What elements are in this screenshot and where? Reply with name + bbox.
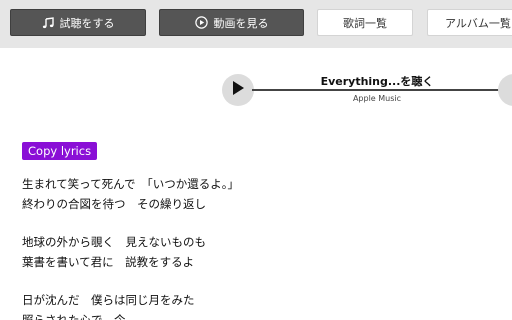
copy-lyrics-button[interactable]: Copy lyrics: [22, 142, 98, 160]
song-title: Everything...を聴く: [320, 75, 434, 88]
watch-video-button[interactable]: 動画を見る: [159, 9, 304, 36]
play-circle-icon: [194, 16, 208, 29]
lyric-line: 日が沈んだ 僕らは同じ月をみた: [22, 293, 195, 307]
lyric-line: 地球の外から覗く 見えないものも: [22, 235, 206, 249]
lyrics-body: 生まれて笑って死んで 「いつか還るよ。」 終わりの合図を待つ その繰り返し 地球…: [22, 174, 492, 320]
lyrics-page: 試聴をする 動画を見る 歌詞一覧 アルバム一覧 Everything...を聴く…: [0, 0, 512, 320]
listen-button[interactable]: 試聴をする: [10, 9, 146, 36]
lyric-line: 生まれて笑って死んで 「いつか還るよ。」: [22, 177, 240, 191]
player-track-line[interactable]: [252, 89, 502, 91]
lyric-line: 終わりの合図を待つ その繰り返し: [22, 197, 206, 211]
listen-button-label: 試聴をする: [59, 16, 115, 30]
lyrics-list-label: 歌詞一覧: [343, 16, 387, 30]
lyric-line: 照らされた心で 今: [22, 313, 126, 320]
play-icon: [231, 80, 245, 100]
play-button[interactable]: [222, 74, 254, 106]
lyrics-list-button[interactable]: 歌詞一覧: [317, 9, 413, 36]
stanza-gap: [22, 272, 492, 290]
stanza-gap: [22, 214, 492, 232]
music-note-icon: [42, 16, 54, 29]
watch-video-label: 動画を見る: [213, 16, 269, 30]
album-list-label: アルバム一覧: [445, 16, 511, 30]
album-list-button[interactable]: アルバム一覧: [427, 9, 512, 36]
song-source: Apple Music: [352, 94, 402, 103]
top-button-bar: 試聴をする 動画を見る 歌詞一覧 アルバム一覧: [0, 0, 512, 48]
lyric-line: 葉書を書いて君に 説教をするよ: [22, 255, 195, 269]
